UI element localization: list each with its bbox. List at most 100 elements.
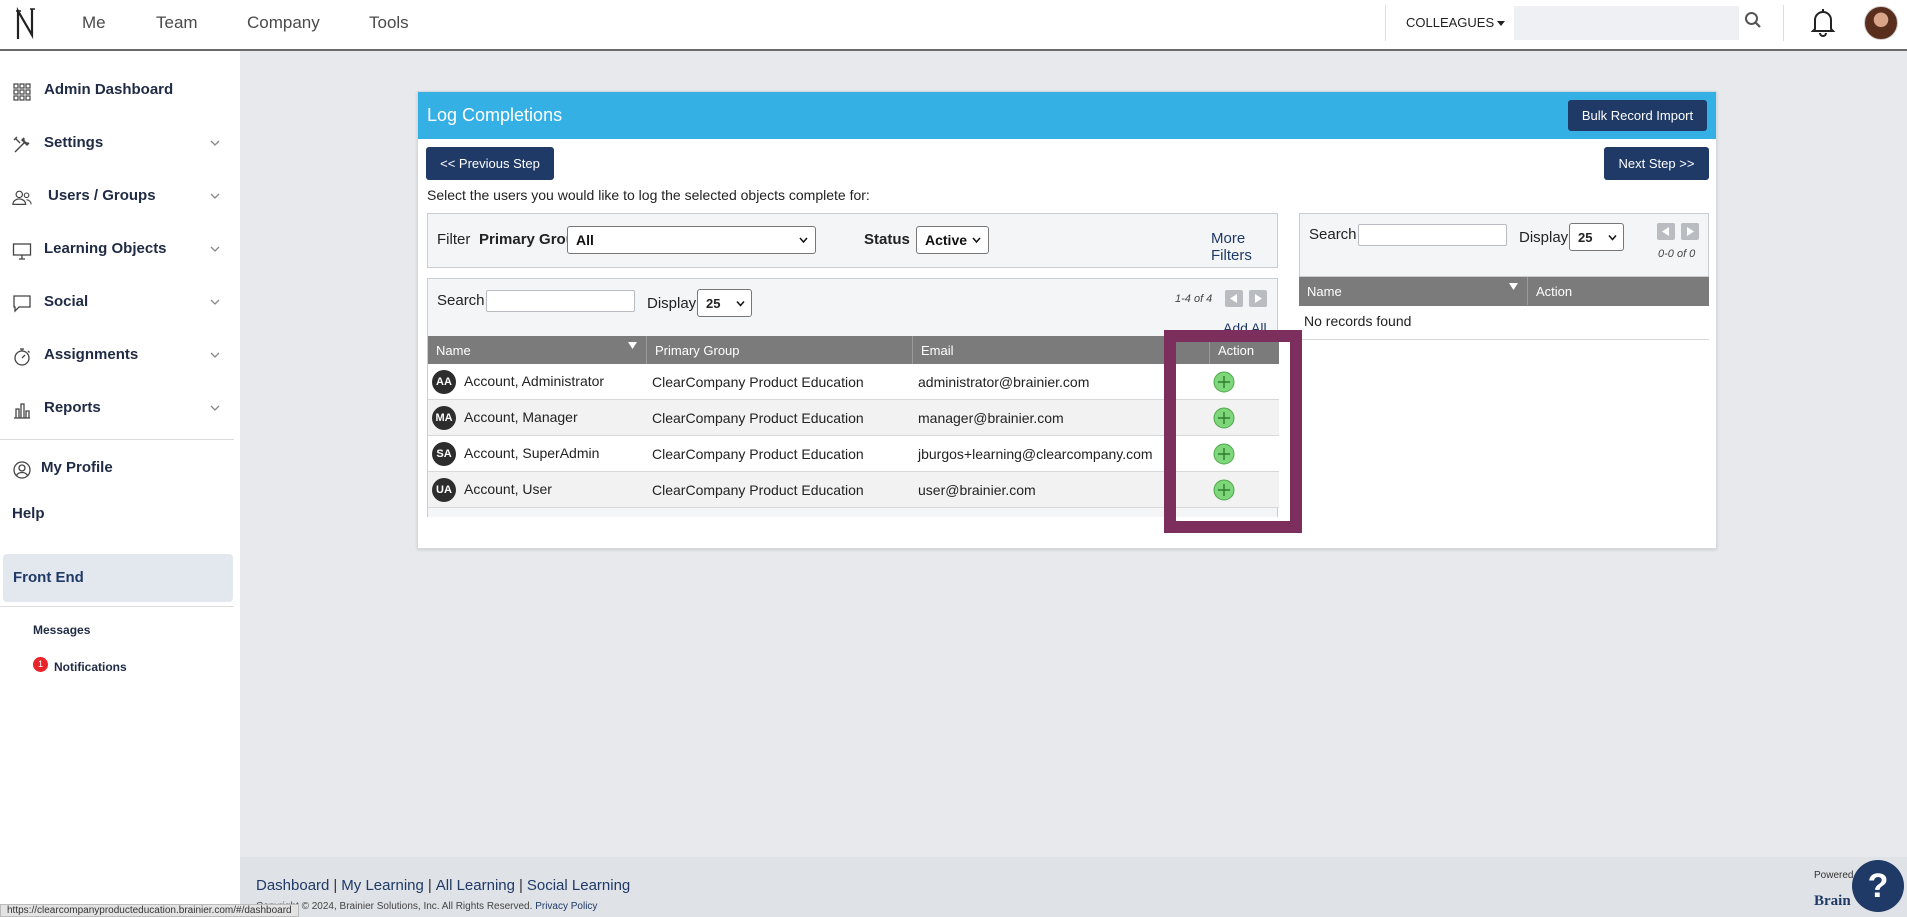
log-completions-panel: Log Completions Bulk Record Import << Pr…: [417, 91, 1717, 549]
sidebar-item-label: Front End: [13, 569, 84, 586]
sidebar-item-label: Settings: [44, 134, 104, 151]
user-email: jburgos+learning@clearcompany.com: [918, 446, 1153, 462]
divider: [0, 439, 234, 440]
footer-link-all-learning[interactable]: All Learning: [436, 877, 515, 894]
user-search-input[interactable]: [486, 290, 635, 312]
empty-state-text: No records found: [1304, 313, 1412, 329]
selected-display-count-select[interactable]: 25: [1569, 223, 1624, 251]
user-name[interactable]: Account, User: [464, 481, 552, 497]
sidebar-item-messages[interactable]: Messages: [33, 623, 90, 637]
sidebar-item-assignments[interactable]: Assignments: [0, 332, 234, 380]
footer-link-social-learning[interactable]: Social Learning: [527, 877, 630, 894]
triangle-right-icon: [1687, 227, 1694, 236]
notification-count-badge: 1: [33, 657, 48, 672]
selected-toolbar: Search Display 25 0-0 of 0: [1299, 213, 1709, 277]
action-column-highlight: [1164, 330, 1302, 533]
nav-company[interactable]: Company: [247, 13, 320, 33]
chevron-down-icon: [1608, 235, 1617, 241]
panel-header: Log Completions Bulk Record Import: [418, 92, 1716, 139]
sort-desc-icon: [628, 342, 637, 349]
sidebar-item-reports[interactable]: Reports: [0, 385, 234, 433]
display-count-select[interactable]: 25: [697, 289, 752, 317]
divider: [1299, 339, 1709, 340]
chevron-down-icon: [210, 193, 220, 199]
chevron-down-icon: [210, 352, 220, 358]
column-header-name[interactable]: Name: [1299, 277, 1528, 305]
footer-link-my-learning[interactable]: My Learning: [341, 877, 424, 894]
column-header-primary-group[interactable]: Primary Group: [647, 336, 913, 364]
bar-chart-icon: [14, 403, 30, 419]
sidebar-item-help[interactable]: Help: [0, 499, 234, 539]
user-name[interactable]: Account, Administrator: [464, 373, 604, 389]
more-filters-link[interactable]: More Filters: [1211, 230, 1277, 264]
previous-step-button[interactable]: << Previous Step: [426, 147, 554, 180]
nav-me[interactable]: Me: [82, 13, 106, 33]
sidebar-item-users-groups[interactable]: Users / Groups: [0, 173, 234, 221]
prev-page-button[interactable]: [1657, 223, 1675, 240]
user-email: administrator@brainier.com: [918, 374, 1090, 390]
sidebar-item-social[interactable]: Social: [0, 279, 234, 327]
search-icon[interactable]: [1744, 11, 1762, 29]
brainier-logo[interactable]: Brain: [1814, 893, 1851, 910]
user-circle-icon: [13, 461, 31, 479]
user-initials-avatar: AA: [432, 370, 456, 394]
bell-icon[interactable]: [1810, 7, 1836, 37]
caret-down-icon: [1497, 21, 1506, 27]
top-bar: Me Team Company Tools COLLEAGUES: [0, 0, 1907, 51]
sidebar-item-settings[interactable]: Settings: [0, 120, 234, 168]
user-name[interactable]: Account, SuperAdmin: [464, 445, 599, 461]
status-value: Active: [925, 232, 968, 248]
help-chat-button[interactable]: ?: [1852, 860, 1904, 912]
column-header-action: Action: [1528, 277, 1709, 305]
column-label: Name: [436, 343, 471, 358]
user-name[interactable]: Account, Manager: [464, 409, 578, 425]
colleagues-dropdown[interactable]: COLLEAGUES: [1406, 15, 1506, 30]
user-email: manager@brainier.com: [918, 410, 1064, 426]
colleagues-label: COLLEAGUES: [1406, 15, 1495, 30]
column-header-email[interactable]: Email: [913, 336, 1168, 364]
chevron-down-icon: [210, 299, 220, 305]
selected-search-input[interactable]: [1358, 224, 1507, 246]
user-list: Search Display 25 1-4 of 4 Add All Name …: [427, 278, 1279, 517]
privacy-policy-link[interactable]: Privacy Policy: [535, 901, 597, 912]
sidebar-item-label: Learning Objects: [44, 240, 167, 257]
status-select[interactable]: Active: [916, 226, 989, 254]
table-row: SA Account, SuperAdmin ClearCompany Prod…: [428, 436, 1279, 472]
display-label: Display: [647, 295, 697, 312]
next-page-button[interactable]: [1681, 223, 1699, 240]
display-label: Display: [1519, 229, 1569, 246]
sidebar-item-admin-dashboard[interactable]: Admin Dashboard: [0, 67, 234, 115]
user-primary-group: ClearCompany Product Education: [652, 482, 864, 498]
display-count-value: 25: [706, 296, 721, 311]
pagination-info: 1-4 of 4: [1175, 293, 1213, 305]
nav-team[interactable]: Team: [156, 13, 198, 33]
sidebar-item-my-profile[interactable]: My Profile: [0, 445, 234, 493]
page-title: Log Completions: [427, 105, 563, 125]
user-avatar[interactable]: [1864, 6, 1898, 40]
powered-by-text: Powered: [1814, 870, 1854, 881]
divider: [1783, 5, 1784, 41]
column-header-name[interactable]: Name: [428, 336, 647, 364]
display-count-value: 25: [1578, 230, 1593, 245]
brand-logo-icon[interactable]: [14, 5, 38, 43]
global-search-input[interactable]: [1514, 6, 1739, 40]
search-label: Search: [1309, 226, 1357, 243]
user-primary-group: ClearCompany Product Education: [652, 446, 864, 462]
bulk-record-import-button[interactable]: Bulk Record Import: [1568, 100, 1707, 131]
next-page-button[interactable]: [1249, 290, 1267, 307]
monitor-icon: [12, 243, 32, 260]
sidebar-item-front-end[interactable]: Front End: [3, 554, 233, 602]
grid-icon: [13, 83, 31, 101]
sidebar-item-learning-objects[interactable]: Learning Objects: [0, 226, 234, 274]
next-step-button[interactable]: Next Step >>: [1604, 147, 1709, 180]
sidebar-item-label: Social: [44, 293, 89, 310]
nav-tools[interactable]: Tools: [369, 13, 409, 33]
user-initials-avatar: UA: [432, 478, 456, 502]
sidebar-item-notifications[interactable]: Notifications: [54, 660, 127, 674]
sidebar: Admin Dashboard Settings Users / Groups …: [0, 51, 240, 917]
footer-link-dashboard[interactable]: Dashboard: [256, 877, 329, 894]
primary-group-select[interactable]: All: [567, 226, 816, 254]
table-row: AA Account, Administrator ClearCompany P…: [428, 364, 1279, 400]
prev-page-button[interactable]: [1225, 290, 1243, 307]
column-label: Name: [1307, 284, 1342, 299]
